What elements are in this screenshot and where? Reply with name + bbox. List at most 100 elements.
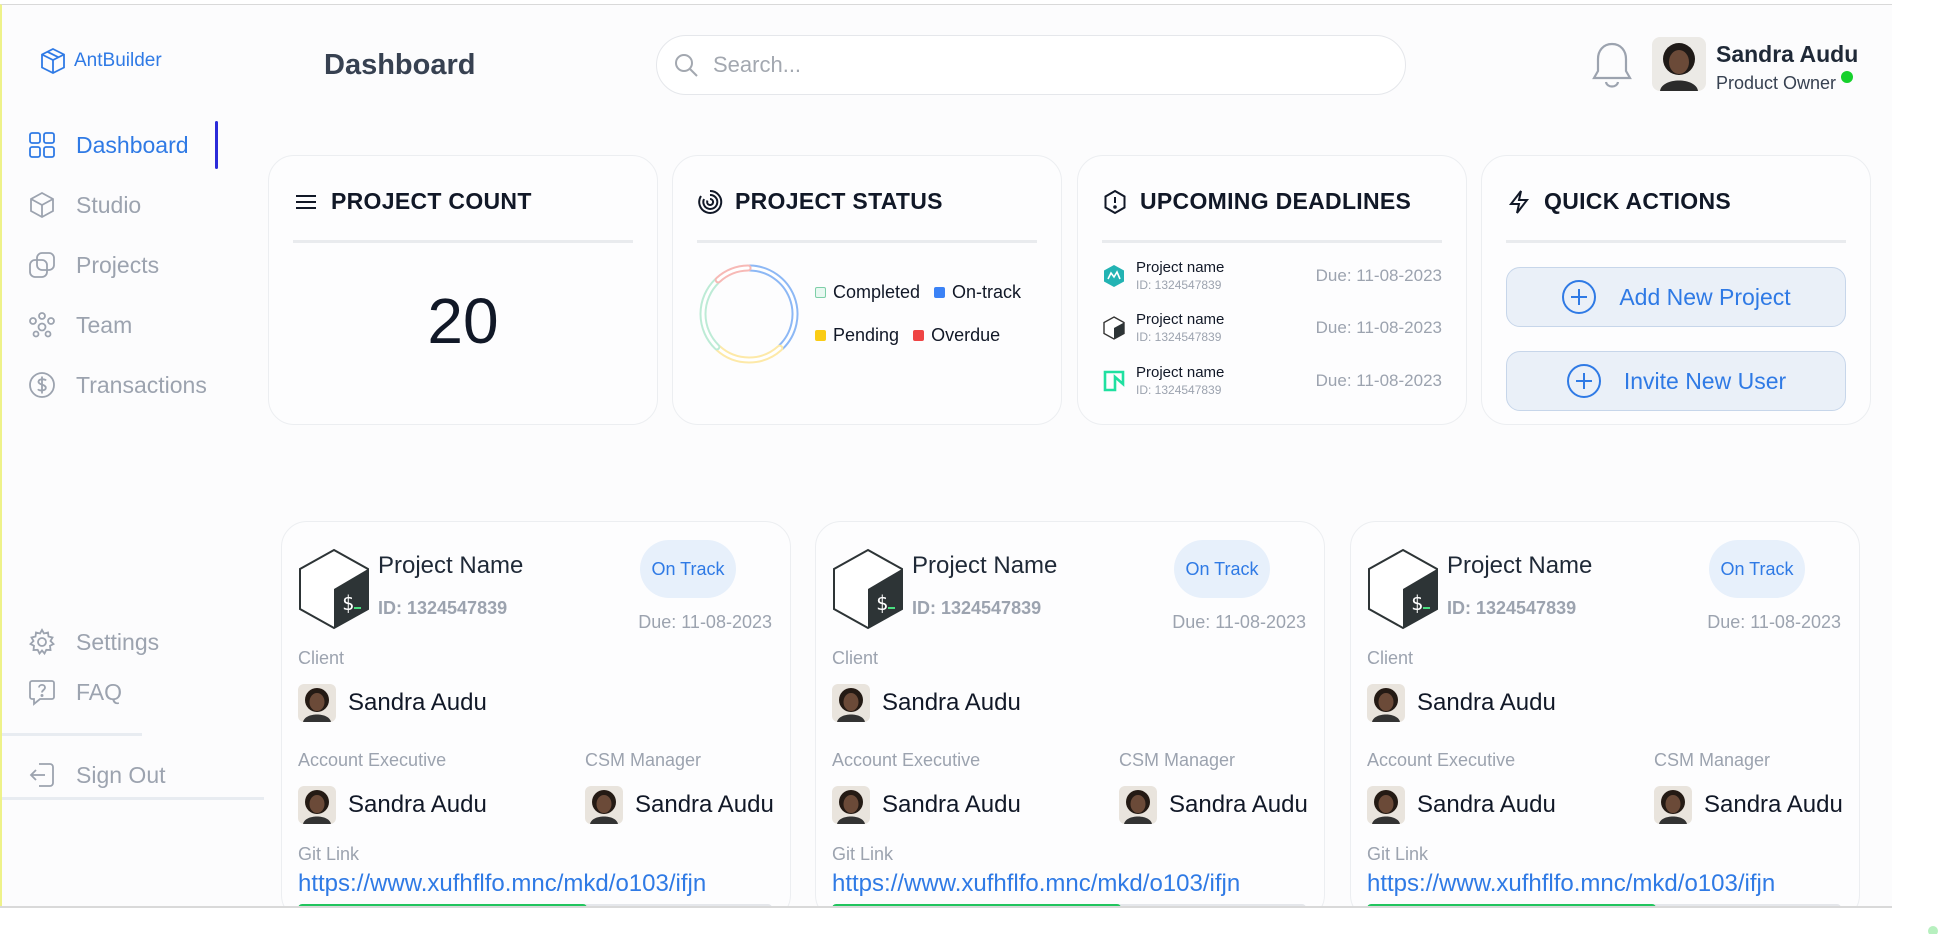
sidebar-item-label: Transactions [76, 371, 207, 398]
csm-manager-person: Sandra Audu [585, 786, 774, 824]
project-due-date: Due: 11-08-2023 [1172, 612, 1306, 632]
add-new-project-button[interactable]: Add New Project [1506, 267, 1846, 327]
avatar [298, 786, 336, 824]
sidebar-item-team[interactable]: Team [2, 295, 220, 355]
avatar [1654, 786, 1692, 824]
card-title: UPCOMING DEADLINES [1140, 188, 1412, 214]
project-count-value: 20 [427, 285, 499, 357]
sidebar-item-studio[interactable]: Studio [2, 175, 220, 235]
csm-manager-label: CSM Manager [1119, 750, 1236, 770]
sidebar-item-label: Team [76, 311, 133, 338]
team-icon [29, 312, 55, 338]
app-window: AntBuilder Dashboard Studio Projects Tea… [0, 4, 1892, 908]
swatch-overdue [913, 330, 925, 341]
svg-text:$: $ [342, 591, 354, 615]
project-card[interactable]: $ Project Name ID: 1324547839 On Track D… [815, 521, 1325, 908]
avatar [1119, 786, 1157, 824]
user-role: Product Owner [1716, 73, 1837, 93]
card-header: UPCOMING DEADLINES [1102, 188, 1411, 215]
sidebar-item-projects[interactable]: Projects [2, 235, 220, 295]
git-link[interactable]: https://www.xufhflfo.mnc/mkd/o103/ifjn [298, 870, 706, 898]
person-name: Sandra Audu [882, 689, 1021, 716]
csm-manager-label: CSM Manager [1654, 750, 1771, 770]
quick-actions-card: QUICK ACTIONS Add New Project Invite New… [1481, 155, 1871, 425]
card-title: PROJECT STATUS [735, 188, 943, 214]
deadline-project-id: ID: 1324547839 [1136, 278, 1222, 292]
project-card[interactable]: $ Project Name ID: 1324547839 On Track D… [1350, 521, 1860, 908]
brand-logo[interactable]: AntBuilder [40, 47, 162, 75]
bash-logo-icon: $ [1368, 548, 1438, 630]
sidebar-item-label: Dashboard [76, 131, 189, 158]
window-bottom-border [0, 906, 1892, 908]
sidebar-item-label: Projects [76, 251, 160, 278]
search-bar[interactable] [656, 35, 1406, 95]
loader-icon [698, 189, 723, 214]
swatch-on-track [934, 287, 946, 298]
deadline-project-name: Project name [1136, 364, 1225, 381]
person-name: Sandra Audu [882, 791, 1021, 818]
person-name: Sandra Audu [635, 791, 774, 818]
git-link-label: Git Link [298, 844, 360, 864]
bell-icon[interactable] [1590, 39, 1634, 91]
svg-text:$: $ [1411, 591, 1423, 615]
card-divider [697, 240, 1037, 243]
plus-circle-icon [1562, 280, 1597, 314]
neon-logo-icon [1103, 370, 1125, 392]
svg-text:$: $ [876, 591, 888, 615]
project-name: Project Name [1447, 552, 1593, 579]
client-label: Client [1367, 648, 1414, 668]
card-header: QUICK ACTIONS [1506, 188, 1731, 215]
project-due-date: Due: 11-08-2023 [638, 612, 772, 632]
person-name: Sandra Audu [1417, 689, 1556, 716]
legend-item-completed: Completed [815, 282, 920, 303]
bash-logo-icon: $ [833, 548, 903, 630]
user-name: Sandra Audu [1716, 41, 1859, 67]
box-logo-icon [41, 47, 65, 75]
teal-logo-icon [1104, 265, 1124, 287]
sidebar-signout-wrap: Sign Out [2, 745, 166, 805]
git-link[interactable]: https://www.xufhflfo.mnc/mkd/o103/ifjn [832, 870, 1240, 898]
sidebar-item-label: FAQ [76, 678, 123, 705]
avatar[interactable] [1652, 37, 1706, 91]
avatar [832, 684, 870, 722]
project-id: ID: 1324547839 [378, 598, 508, 618]
swatch-completed [815, 287, 826, 298]
sign-out-button[interactable]: Sign Out [2, 745, 166, 805]
account-executive-label: Account Executive [832, 750, 981, 770]
swatch-pending [815, 330, 826, 341]
sidebar-item-label: Sign Out [76, 761, 166, 788]
project-card[interactable]: $ Project Name ID: 1324547839 On Track D… [281, 521, 791, 908]
csm-manager-person: Sandra Audu [1654, 786, 1843, 824]
sidebar-item-label: Studio [76, 191, 142, 218]
project-id: ID: 1324547839 [1447, 598, 1577, 618]
git-link[interactable]: https://www.xufhflfo.mnc/mkd/o103/ifjn [1367, 870, 1775, 898]
sidebar-item-dashboard[interactable]: Dashboard [2, 115, 220, 175]
deadline-project-name: Project name [1136, 259, 1225, 276]
deadline-due-date: Due: 11-08-2023 [1315, 371, 1442, 390]
deadline-project-name: Project name [1136, 311, 1225, 328]
invite-new-user-button[interactable]: Invite New User [1506, 351, 1846, 411]
deadline-item[interactable]: Project name ID: 1324547839 Due: 11-08-2… [1102, 306, 1442, 350]
card-divider [1102, 240, 1442, 243]
deadline-project-id: ID: 1324547839 [1136, 330, 1222, 344]
project-status-card: PROJECT STATUS Completed On-track Pendin… [672, 155, 1062, 425]
card-header: PROJECT STATUS [697, 188, 943, 215]
avatar [832, 786, 870, 824]
csm-manager-person: Sandra Audu [1119, 786, 1308, 824]
sidebar-divider [2, 733, 142, 736]
corner-indicator-dot [1928, 926, 1938, 934]
person-name: Sandra Audu [348, 689, 487, 716]
card-title: PROJECT COUNT [331, 188, 532, 214]
upcoming-deadlines-card: UPCOMING DEADLINES Project name ID: 1324… [1077, 155, 1467, 425]
sidebar-item-faq[interactable]: FAQ [2, 667, 264, 717]
sidebar-item-transactions[interactable]: Transactions [2, 355, 220, 415]
page-title: Dashboard [324, 49, 476, 81]
sidebar-bottom-nav: Settings FAQ [2, 617, 264, 717]
deadline-item[interactable]: Project name ID: 1324547839 Due: 11-08-2… [1102, 254, 1442, 298]
deadline-item[interactable]: Project name ID: 1324547839 Due: 11-08-2… [1102, 359, 1442, 403]
search-input[interactable] [713, 52, 1313, 78]
sidebar-item-settings[interactable]: Settings [2, 617, 264, 667]
status-badge: On Track [1709, 540, 1805, 598]
legend-item-on-track: On-track [934, 282, 1021, 303]
status-legend: Completed On-track Pending Overdue [815, 282, 1055, 368]
